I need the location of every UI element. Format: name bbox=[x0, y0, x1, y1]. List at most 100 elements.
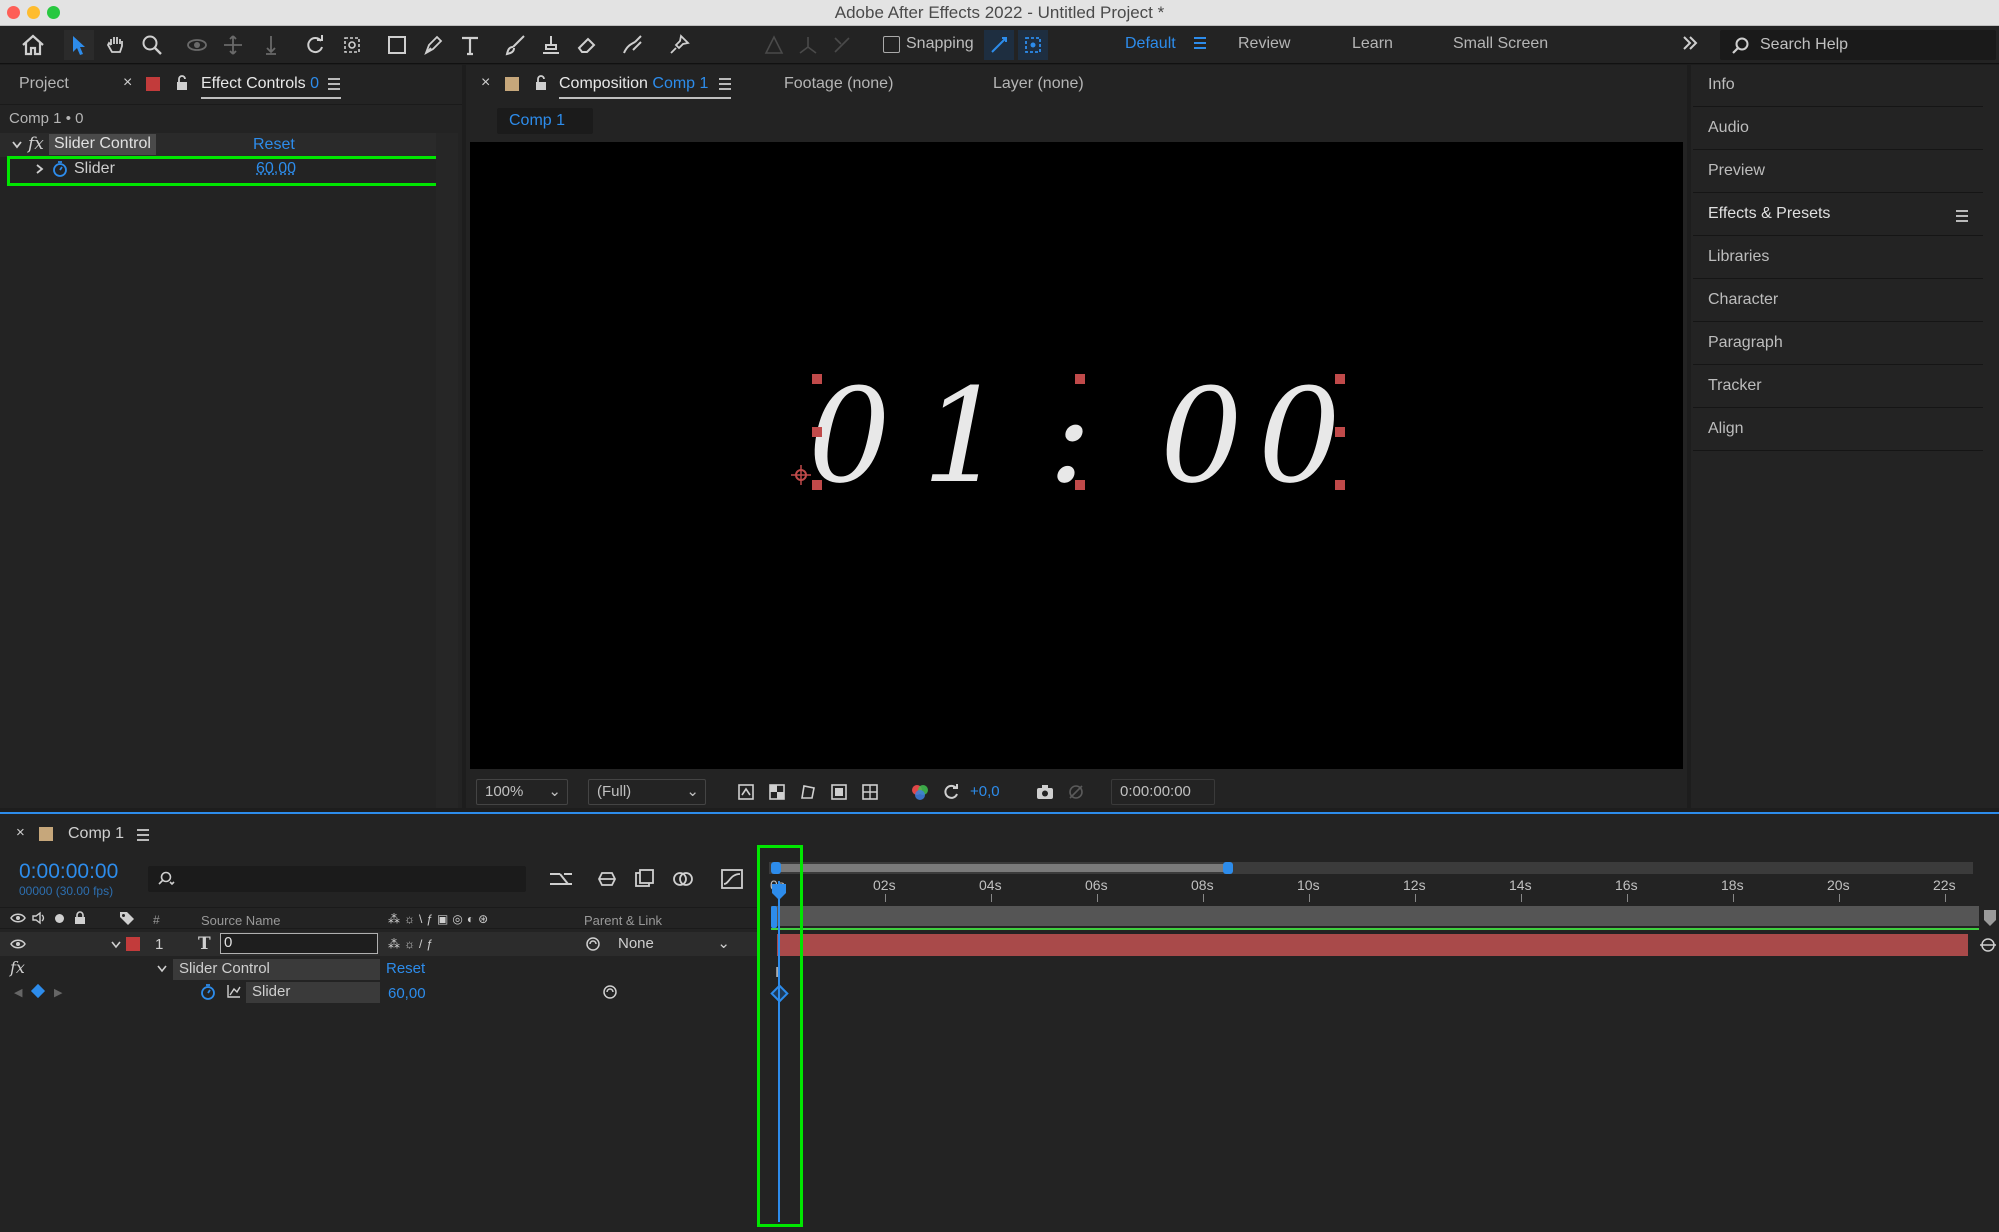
draft-3d-icon[interactable] bbox=[596, 869, 618, 889]
zoom-tool-icon[interactable] bbox=[137, 30, 167, 60]
puppet-pin-tool-icon[interactable] bbox=[664, 30, 694, 60]
search-help-field[interactable]: Search Help bbox=[1720, 30, 1996, 60]
transform-handle[interactable] bbox=[1075, 374, 1085, 384]
transform-handle[interactable] bbox=[1335, 427, 1345, 437]
layer-visibility-eye-icon[interactable] bbox=[10, 938, 26, 950]
clone-stamp-tool-icon[interactable] bbox=[536, 30, 566, 60]
fast-previews-icon[interactable] bbox=[737, 783, 755, 801]
roto-brush-tool-icon[interactable] bbox=[618, 30, 648, 60]
tab-project[interactable]: Project bbox=[19, 75, 69, 93]
layer-switches[interactable]: ⁂☼/ƒ bbox=[388, 937, 437, 951]
layer-name-field[interactable]: 0 bbox=[220, 933, 378, 954]
chevron-down-icon[interactable] bbox=[11, 139, 23, 151]
panel-effects-presets[interactable]: Effects & Presets bbox=[1693, 194, 1983, 236]
pick-whip-icon[interactable] bbox=[584, 936, 602, 952]
mask-visibility-icon[interactable] bbox=[799, 783, 817, 801]
layer-label-color[interactable] bbox=[126, 937, 140, 951]
column-header-parent-link[interactable]: Parent & Link bbox=[584, 913, 662, 928]
transform-handle[interactable] bbox=[812, 480, 822, 490]
effects-presets-menu-icon[interactable] bbox=[1955, 209, 1969, 223]
transform-handle[interactable] bbox=[1075, 480, 1085, 490]
tab-effect-controls[interactable]: Effect Controls 0 bbox=[201, 75, 319, 93]
property-graph-icon[interactable] bbox=[226, 983, 242, 999]
workspace-review[interactable]: Review bbox=[1238, 35, 1290, 53]
timeline-effect-reset[interactable]: Reset bbox=[386, 960, 425, 977]
hand-tool-icon[interactable] bbox=[101, 30, 131, 60]
next-keyframe-icon[interactable]: ▶ bbox=[54, 986, 62, 999]
timeline-effect-name[interactable]: Slider Control bbox=[173, 959, 380, 980]
brush-tool-icon[interactable] bbox=[500, 30, 530, 60]
composition-mini-flowchart-icon[interactable] bbox=[548, 869, 574, 889]
label-tag-icon[interactable] bbox=[119, 911, 135, 925]
workspace-overflow-icon[interactable] bbox=[1680, 33, 1700, 53]
comp-panel-menu-icon[interactable] bbox=[718, 77, 732, 91]
panel-info[interactable]: Info bbox=[1693, 65, 1983, 107]
parent-dropdown[interactable]: None ⌄ bbox=[612, 934, 736, 955]
transparency-grid-icon[interactable] bbox=[768, 783, 786, 801]
reset-exposure-icon[interactable] bbox=[942, 783, 960, 801]
panel-preview[interactable]: Preview bbox=[1693, 151, 1983, 193]
resolution-dropdown[interactable]: (Full) ⌄ bbox=[588, 779, 706, 805]
current-time-field[interactable]: 0:00:00:00 bbox=[1111, 779, 1215, 805]
snap-edges-icon[interactable] bbox=[984, 30, 1014, 60]
panel-character[interactable]: Character bbox=[1693, 280, 1983, 322]
fx-toggle-icon[interactable]: fx bbox=[10, 958, 25, 977]
axis-local-icon[interactable] bbox=[759, 30, 789, 60]
transform-handle[interactable] bbox=[1335, 374, 1345, 384]
layer-out-point-icon[interactable] bbox=[1978, 936, 1998, 954]
pan-camera-icon[interactable] bbox=[218, 30, 248, 60]
property-pick-whip-icon[interactable] bbox=[601, 984, 619, 1000]
orbit-camera-icon[interactable] bbox=[182, 30, 212, 60]
timeline-tab-comp[interactable]: Comp 1 bbox=[68, 825, 124, 843]
graph-editor-icon[interactable] bbox=[720, 868, 744, 890]
grid-guides-icon[interactable] bbox=[861, 783, 879, 801]
region-of-interest-icon[interactable] bbox=[830, 783, 848, 801]
transform-handle[interactable] bbox=[812, 374, 822, 384]
tab-layer[interactable]: Layer (none) bbox=[993, 75, 1084, 93]
panel-audio[interactable]: Audio bbox=[1693, 108, 1983, 150]
layer-duration-bar[interactable] bbox=[777, 934, 1968, 956]
color-channels-icon[interactable] bbox=[910, 783, 930, 801]
panel-libraries[interactable]: Libraries bbox=[1693, 237, 1983, 279]
comp-navigator-chip[interactable]: Comp 1 bbox=[497, 108, 593, 134]
property-stopwatch-icon[interactable] bbox=[199, 983, 217, 1001]
selection-tool-icon[interactable] bbox=[64, 30, 94, 60]
snap-features-icon[interactable] bbox=[1018, 30, 1048, 60]
anchor-point-tool-icon[interactable] bbox=[337, 30, 367, 60]
eraser-tool-icon[interactable] bbox=[572, 30, 602, 60]
timeline-property-name[interactable]: Slider bbox=[246, 982, 380, 1003]
axis-view-icon[interactable] bbox=[827, 30, 857, 60]
rectangle-tool-icon[interactable] bbox=[382, 30, 412, 60]
panel-tracker[interactable]: Tracker bbox=[1693, 366, 1983, 408]
snapping-checkbox[interactable] bbox=[883, 36, 900, 53]
previous-keyframe-icon[interactable]: ◀ bbox=[14, 986, 22, 999]
panel-paragraph[interactable]: Paragraph bbox=[1693, 323, 1983, 365]
dolly-camera-icon[interactable] bbox=[256, 30, 286, 60]
timeline-menu-icon[interactable] bbox=[136, 828, 150, 842]
frame-blending-icon[interactable] bbox=[672, 869, 694, 889]
tab-footage[interactable]: Footage (none) bbox=[784, 75, 893, 93]
workspace-default[interactable]: Default bbox=[1125, 35, 1176, 53]
exposure-value[interactable]: +0,0 bbox=[970, 783, 1000, 800]
effect-expand-chevron-icon[interactable] bbox=[156, 964, 168, 974]
close-timeline-tab-icon[interactable]: × bbox=[16, 824, 25, 841]
timeline-current-time[interactable]: 0:00:00:00 bbox=[19, 860, 118, 884]
lock-header-icon[interactable] bbox=[74, 911, 86, 925]
work-area-end-marker-icon[interactable] bbox=[1982, 908, 1998, 928]
audio-speaker-icon[interactable] bbox=[31, 911, 47, 925]
show-snapshot-icon[interactable] bbox=[1066, 783, 1086, 801]
work-area-bar[interactable] bbox=[771, 906, 1979, 926]
panel-align[interactable]: Align bbox=[1693, 409, 1983, 451]
type-tool-icon[interactable] bbox=[455, 30, 485, 60]
workspace-menu-icon[interactable] bbox=[1192, 35, 1208, 51]
anchor-point-icon[interactable] bbox=[789, 463, 813, 487]
timeline-search-field[interactable] bbox=[148, 866, 526, 892]
workspace-learn[interactable]: Learn bbox=[1352, 35, 1393, 53]
transform-handle[interactable] bbox=[1335, 480, 1345, 490]
composition-viewer[interactable]: 0 1 : 0 0 bbox=[470, 142, 1683, 769]
left-panel-scrollbar[interactable] bbox=[436, 133, 458, 808]
solo-dot-icon[interactable] bbox=[55, 914, 64, 923]
panel-menu-icon[interactable] bbox=[327, 77, 341, 91]
time-navigator-range[interactable] bbox=[772, 864, 1228, 872]
pen-tool-icon[interactable] bbox=[418, 30, 448, 60]
